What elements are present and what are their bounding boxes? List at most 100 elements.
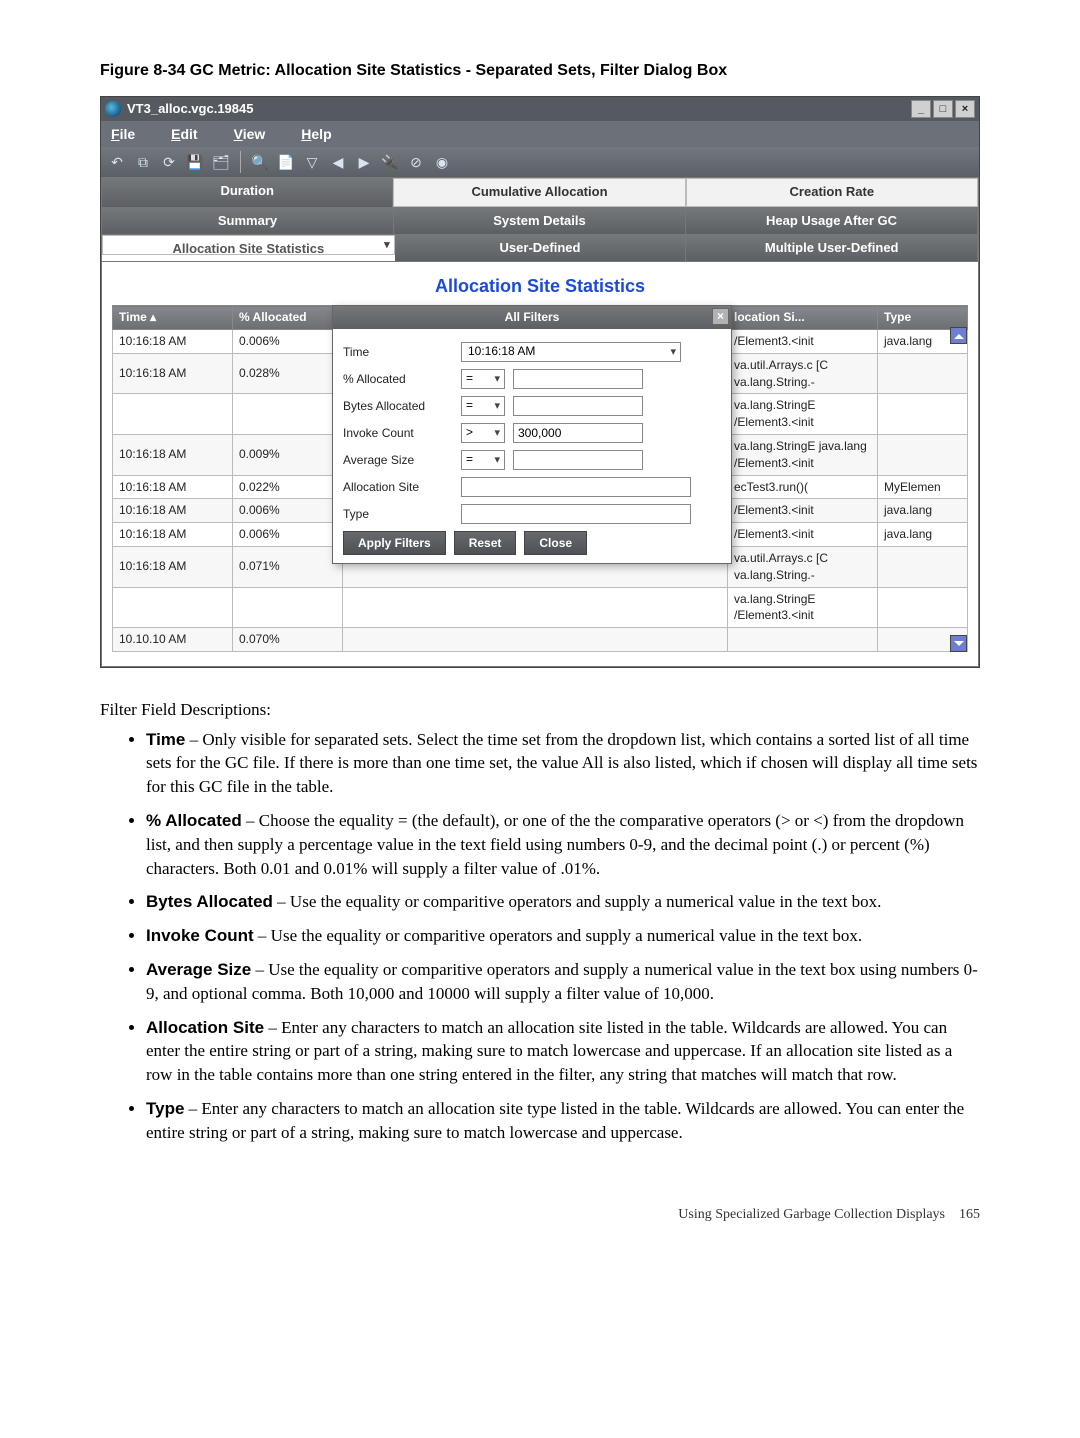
tab-allocation-site-statistics[interactable]: Allocation Site Statistics <box>102 235 395 255</box>
table-cell: 10:16:18 AM <box>113 434 233 475</box>
table-cell <box>728 628 878 652</box>
menu-help[interactable]: Help <box>301 125 331 145</box>
table-cell: java.lang <box>878 523 968 547</box>
table-cell: /Element3.<init <box>728 523 878 547</box>
page-footer: Using Specialized Garbage Collection Dis… <box>100 1205 980 1225</box>
filter-dialog-title: All Filters × <box>333 306 731 329</box>
filter-type-label: Type <box>343 506 453 523</box>
filter-type-value[interactable] <box>461 504 691 524</box>
record-icon[interactable]: ◉ <box>432 152 452 172</box>
list-item: Type – Enter any characters to match an … <box>146 1097 980 1145</box>
table-cell: 10:16:18 AM <box>113 523 233 547</box>
filter-dialog: All Filters × Time 10:16:18 AM % Allocat… <box>332 305 732 564</box>
tab-multiple-user-defined[interactable]: Multiple User-Defined <box>686 235 978 261</box>
filter-avg-value[interactable] <box>513 450 643 470</box>
apply-filters-button[interactable]: Apply Filters <box>343 531 446 555</box>
filter-pct-value[interactable] <box>513 369 643 389</box>
content-area: Time ▴ % Allocated B location Si... Type… <box>102 305 978 666</box>
filter-pct-op[interactable]: = <box>461 369 505 389</box>
tab-summary[interactable]: Summary <box>102 208 394 234</box>
table-cell <box>233 394 343 435</box>
filter-pct-label: % Allocated <box>343 371 453 388</box>
table-row[interactable]: va.lang.StringE /Element3.<init <box>113 587 968 628</box>
list-item: Allocation Site – Enter any characters t… <box>146 1016 980 1087</box>
filter-close-icon[interactable]: × <box>712 308 729 325</box>
tab-heap-usage[interactable]: Heap Usage After GC <box>686 208 978 234</box>
filter-invoke-op[interactable]: > <box>461 423 505 443</box>
table-cell: va.util.Arrays.c [C va.lang.String.- <box>728 546 878 587</box>
filter-time-select[interactable]: 10:16:18 AM <box>461 342 681 362</box>
table-cell <box>343 628 728 652</box>
table-cell: 0.028% <box>233 353 343 394</box>
tab-user-defined[interactable]: User-Defined <box>395 235 687 261</box>
copy-icon[interactable]: ⧉ <box>133 152 153 172</box>
table-cell: 0.022% <box>233 475 343 499</box>
table-cell <box>878 353 968 394</box>
table-cell <box>878 434 968 475</box>
toolbar: ↶ ⧉ ⟳ 💾 🗂 🔍 📄 ▽ ◀ ▶ 🔌 ⊘ ◉ <box>101 147 979 177</box>
th-pct-allocated[interactable]: % Allocated <box>233 306 343 330</box>
save-icon[interactable]: 💾 <box>185 152 205 172</box>
window-titlebar: VT3_alloc.vgc.19845 _ □ × <box>101 97 979 121</box>
filter-bytes-op[interactable]: = <box>461 396 505 416</box>
menu-edit[interactable]: Edit <box>171 125 197 145</box>
filter-bytes-value[interactable] <box>513 396 643 416</box>
menu-file[interactable]: File <box>111 125 135 145</box>
back-icon[interactable]: ◀ <box>328 152 348 172</box>
table-cell: MyElemen <box>878 475 968 499</box>
reset-button[interactable]: Reset <box>454 531 517 555</box>
undo-icon[interactable]: ↶ <box>107 152 127 172</box>
scroll-up-icon[interactable] <box>950 327 967 344</box>
refresh-icon[interactable]: ⟳ <box>159 152 179 172</box>
table-cell <box>878 546 968 587</box>
panel-title: Allocation Site Statistics <box>102 262 978 305</box>
table-cell: 0.006% <box>233 523 343 547</box>
forward-icon[interactable]: ▶ <box>354 152 374 172</box>
maximize-button[interactable]: □ <box>933 100 953 118</box>
zoom-icon[interactable]: 🔍 <box>250 152 270 172</box>
filter-icon[interactable]: ▽ <box>302 152 322 172</box>
th-location-site[interactable]: location Si... <box>728 306 878 330</box>
filter-invoke-value[interactable] <box>513 423 643 443</box>
table-cell: va.lang.StringE /Element3.<init <box>728 394 878 435</box>
table-cell: 0.006% <box>233 329 343 353</box>
table-cell: 10:16:18 AM <box>113 329 233 353</box>
list-item: Time – Only visible for separated sets. … <box>146 728 980 799</box>
table-cell: 0.071% <box>233 546 343 587</box>
close-filter-button[interactable]: Close <box>524 531 587 555</box>
minimize-button[interactable]: _ <box>911 100 931 118</box>
filter-avg-op[interactable]: = <box>461 450 505 470</box>
tab-system-details[interactable]: System Details <box>394 208 686 234</box>
plug-icon[interactable]: 🔌 <box>380 152 400 172</box>
table-row[interactable]: 10.10.10 AM0.070% <box>113 628 968 652</box>
table-cell: 10.10.10 AM <box>113 628 233 652</box>
table-cell: 10:16:18 AM <box>113 475 233 499</box>
table-cell: 10:16:18 AM <box>113 546 233 587</box>
table-cell: 10:16:18 AM <box>113 499 233 523</box>
table-cell <box>878 394 968 435</box>
tab-creation-rate[interactable]: Creation Rate <box>686 178 978 206</box>
tab-container: Duration Cumulative Allocation Creation … <box>101 177 979 667</box>
th-type[interactable]: Type <box>878 306 968 330</box>
filter-dialog-title-text: All Filters <box>505 310 560 324</box>
scroll-down-icon[interactable] <box>950 635 967 652</box>
list-item: Average Size – Use the equality or compa… <box>146 958 980 1006</box>
tab-duration[interactable]: Duration <box>102 178 393 206</box>
footer-page: 165 <box>959 1207 980 1222</box>
table-cell: /Element3.<init <box>728 329 878 353</box>
stop-icon[interactable]: ⊘ <box>406 152 426 172</box>
tab-cumulative-allocation[interactable]: Cumulative Allocation <box>393 178 685 206</box>
th-time[interactable]: Time ▴ <box>113 306 233 330</box>
list-item: Bytes Allocated – Use the equality or co… <box>146 890 980 914</box>
footer-text: Using Specialized Garbage Collection Dis… <box>678 1207 945 1222</box>
filter-site-value[interactable] <box>461 477 691 497</box>
table-cell <box>233 587 343 628</box>
saveall-icon[interactable]: 🗂 <box>211 152 231 172</box>
menu-view[interactable]: View <box>234 125 266 145</box>
app-icon <box>105 101 121 117</box>
page-icon[interactable]: 📄 <box>276 152 296 172</box>
filter-invoke-label: Invoke Count <box>343 425 453 442</box>
filter-site-label: Allocation Site <box>343 479 453 496</box>
close-button[interactable]: × <box>955 100 975 118</box>
table-cell <box>113 394 233 435</box>
